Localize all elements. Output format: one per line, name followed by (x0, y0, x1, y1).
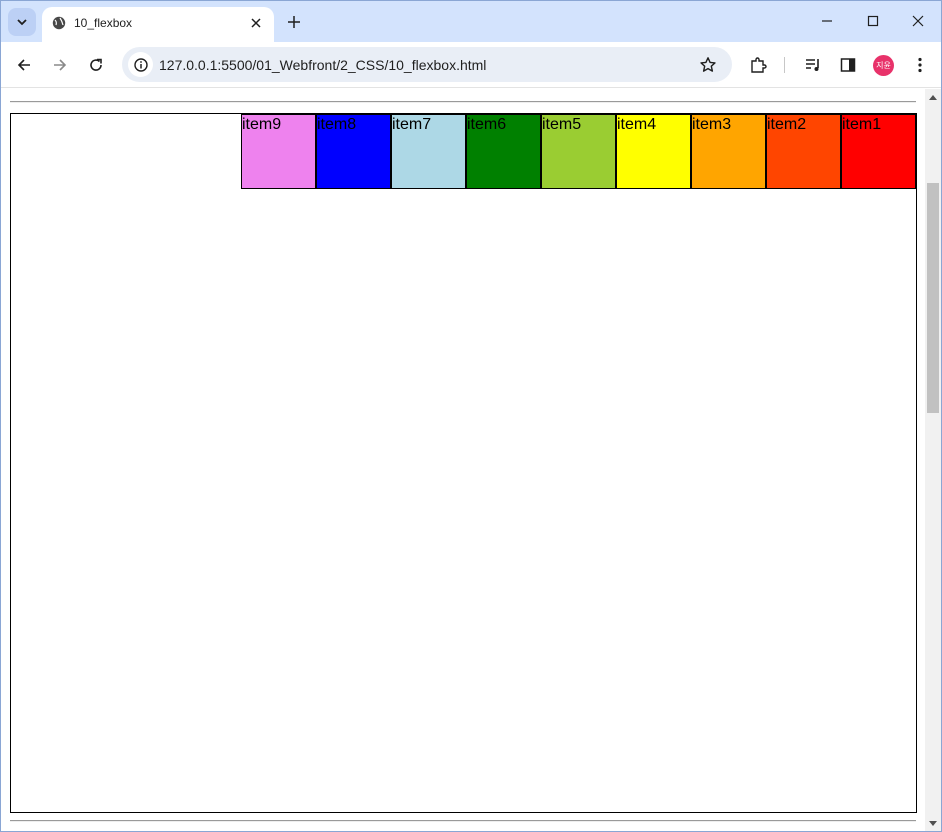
back-button[interactable] (12, 53, 36, 77)
horizontal-rule (10, 820, 916, 822)
active-tab[interactable]: 10_flexbox (42, 7, 274, 42)
browser-toolbar: 127.0.0.1:5500/01_Webfront/2_CSS/10_flex… (1, 42, 941, 88)
flex-item: item1 (841, 114, 916, 189)
side-panel-icon (840, 58, 856, 72)
flex-item: item2 (766, 114, 841, 189)
tab-strip: 10_flexbox (1, 1, 941, 42)
menu-button[interactable] (908, 53, 932, 77)
tab-close-button[interactable] (248, 15, 264, 31)
close-icon (251, 18, 261, 28)
plus-icon (288, 16, 300, 28)
close-window-button[interactable] (896, 7, 940, 35)
info-icon (133, 57, 148, 72)
scroll-down-button[interactable] (925, 816, 941, 831)
minimize-icon (822, 20, 832, 22)
flex-item: item7 (391, 114, 466, 189)
flex-item: item9 (241, 114, 316, 189)
horizontal-rule (10, 101, 916, 103)
scrollbar-thumb[interactable] (927, 183, 939, 413)
globe-icon (52, 16, 66, 30)
bookmark-button[interactable] (698, 55, 718, 75)
flex-item: item5 (541, 114, 616, 189)
reload-icon (90, 58, 102, 71)
close-icon (912, 15, 924, 27)
triangle-down-icon (929, 821, 937, 826)
tab-search-button[interactable] (8, 8, 36, 36)
flex-item: item6 (466, 114, 541, 189)
browser-window: 10_flexbox 127.0.0.1:5500/01_Webfront/2_… (0, 0, 942, 832)
arrow-right-icon (54, 59, 67, 71)
page-viewport: item1 item2 item3 item4 item5 item6 item7 item8… (1, 89, 925, 831)
chevron-down-icon (17, 19, 27, 26)
flex-container: item1 item2 item3 item4 item5 item6 item7 item8… (10, 113, 917, 813)
maximize-button[interactable] (851, 7, 895, 35)
extensions-button[interactable] (746, 53, 770, 77)
side-panel-button[interactable] (836, 53, 860, 77)
profile-avatar[interactable]: 지윤 (873, 55, 894, 76)
reload-button[interactable] (84, 53, 108, 77)
vertical-scrollbar[interactable] (925, 89, 941, 831)
puzzle-icon (751, 57, 767, 73)
url-text[interactable]: 127.0.0.1:5500/01_Webfront/2_CSS/10_flex… (159, 57, 486, 73)
queue-music-icon (806, 59, 819, 71)
more-vertical-icon (918, 57, 922, 73)
scroll-up-button[interactable] (925, 89, 941, 105)
site-info-button[interactable] (128, 52, 153, 77)
arrow-left-icon (17, 59, 30, 71)
flex-item: item8 (316, 114, 391, 189)
flex-item: item3 (691, 114, 766, 189)
flex-item: item4 (616, 114, 691, 189)
tab-title: 10_flexbox (74, 16, 133, 30)
new-tab-button[interactable] (284, 12, 304, 32)
minimize-button[interactable] (805, 7, 849, 35)
triangle-up-icon (929, 95, 937, 100)
maximize-icon (867, 15, 879, 27)
star-icon (700, 57, 716, 72)
toolbar-separator (784, 57, 785, 73)
address-bar[interactable]: 127.0.0.1:5500/01_Webfront/2_CSS/10_flex… (122, 47, 732, 82)
forward-button[interactable] (48, 53, 72, 77)
media-controls-button[interactable] (801, 53, 825, 77)
